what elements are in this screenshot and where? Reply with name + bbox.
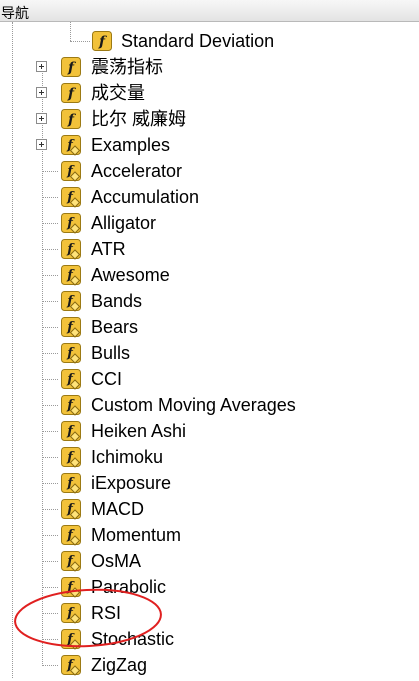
tree-item-stochastic[interactable]: f Stochastic [0,626,419,652]
tree-item-atr[interactable]: f ATR [0,236,419,262]
navigator-title: 导航 [1,5,29,21]
tree-item-label: Custom Moving Averages [91,395,296,415]
tree-item-bulls[interactable]: f Bulls [0,340,419,366]
tree-item-bears[interactable]: f Bears [0,314,419,340]
custom-indicator-icon: f [60,628,82,650]
expand-toggle[interactable] [36,61,47,72]
expand-toggle[interactable] [36,113,47,124]
tree-item-alligator[interactable]: f Alligator [0,210,419,236]
custom-indicator-icon: f [60,446,82,468]
custom-indicator-icon: f [60,498,82,520]
custom-indicator-icon: f [60,576,82,598]
tree-item-label: Awesome [91,265,170,285]
tree-item-bands[interactable]: f Bands [0,288,419,314]
custom-indicator-icon: f [60,394,82,416]
custom-indicator-icon: f [60,264,82,286]
custom-indicator-icon: f [60,368,82,390]
tree-folder-label: 震荡指标 [91,57,163,77]
tree-folder-volumes[interactable]: f 成交量 [0,80,419,106]
custom-indicator-icon: f [60,238,82,260]
tree-item-label: Ichimoku [91,447,164,467]
custom-indicator-icon: f [60,342,82,364]
tree-item-label: CCI [91,369,122,389]
tree-item-label: Accelerator [91,161,183,181]
tree-item-label: RSI [91,603,122,623]
navigator-header: 导航 [0,0,419,22]
tree-item-label: Stochastic [91,629,175,649]
function-icon: f [91,30,113,52]
tree-item-custom-moving-averages[interactable]: f Custom Moving Averages [0,392,419,418]
tree-item-label: ATR [91,239,126,259]
tree-item-label: Alligator [91,213,157,233]
tree-item-label: MACD [91,499,144,519]
tree-item-label: Bands [91,291,143,311]
tree-item-iexposure[interactable]: f iExposure [0,470,419,496]
tree-item-label: OsMA [91,551,142,571]
custom-indicator-icon: f [60,472,82,494]
tree-folder-label: 比尔 威廉姆 [91,109,187,129]
expand-toggle[interactable] [36,139,47,150]
tree-item-heiken-ashi[interactable]: f Heiken Ashi [0,418,419,444]
custom-indicator-icon: f [60,602,82,624]
tree-folder-label: Examples [91,135,171,155]
tree-item-momentum[interactable]: f Momentum [0,522,419,548]
tree-folder-oscillators[interactable]: f 震荡指标 [0,54,419,80]
custom-indicator-icon: f [60,550,82,572]
tree-item-label: ZigZag [91,655,148,675]
custom-indicator-icon: f [60,160,82,182]
function-folder-icon: f [60,56,82,78]
expand-toggle[interactable] [36,87,47,98]
custom-indicator-icon: f [60,316,82,338]
function-folder-icon: f [60,108,82,130]
tree-item-label: iExposure [91,473,172,493]
function-folder-icon: f [60,82,82,104]
custom-indicator-icon: f [60,290,82,312]
custom-indicator-icon: f [60,212,82,234]
tree-folder-label: 成交量 [91,83,145,103]
tree-folder-examples[interactable]: f Examples [0,132,419,158]
custom-indicator-icon: f [60,654,82,676]
navigator-tree[interactable]: f Standard Deviation f 震荡指标 f 成交量 f 比尔 威… [0,22,419,678]
tree-item-macd[interactable]: f MACD [0,496,419,522]
tree-item-osma[interactable]: f OsMA [0,548,419,574]
tree-item-cci[interactable]: f CCI [0,366,419,392]
tree-folder-bill-williams[interactable]: f 比尔 威廉姆 [0,106,419,132]
tree-item-ichimoku[interactable]: f Ichimoku [0,444,419,470]
tree-item-rsi[interactable]: f RSI [0,600,419,626]
custom-indicator-icon: f [60,524,82,546]
tree-item-accumulation[interactable]: f Accumulation [0,184,419,210]
tree-item-label: Bears [91,317,139,337]
tree-item-label: Parabolic [91,577,167,597]
custom-indicator-icon: f [60,420,82,442]
tree-item-awesome[interactable]: f Awesome [0,262,419,288]
tree-item-parabolic[interactable]: f Parabolic [0,574,419,600]
tree-item-label: Heiken Ashi [91,421,187,441]
custom-indicator-folder-icon: f [60,134,82,156]
tree-item-label: Bulls [91,343,131,363]
tree-item-label: Momentum [91,525,182,545]
custom-indicator-icon: f [60,186,82,208]
tree-item-accelerator[interactable]: f Accelerator [0,158,419,184]
tree-item-standard-deviation[interactable]: f Standard Deviation [0,28,419,54]
tree-item-label: Accumulation [91,187,200,207]
tree-item-zigzag[interactable]: f ZigZag [0,652,419,678]
tree-item-label: Standard Deviation [121,31,275,51]
